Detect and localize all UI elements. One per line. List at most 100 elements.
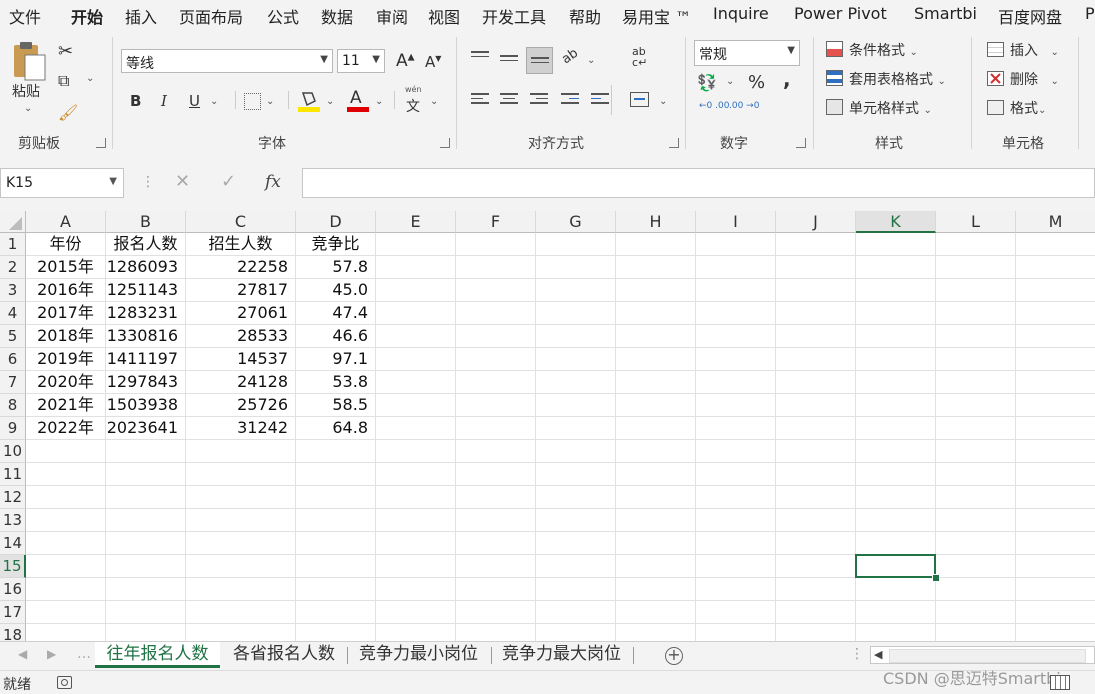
cell-e2[interactable] [376, 256, 456, 279]
menu-review[interactable]: 审阅 [376, 4, 408, 28]
cell-f4[interactable] [456, 302, 536, 325]
column-header-l[interactable]: L [936, 211, 1016, 233]
cell-h4[interactable] [616, 302, 696, 325]
fill-color-dropdown-icon[interactable]: ⌄ [326, 96, 334, 107]
cell-j9[interactable] [776, 417, 856, 440]
cell-e6[interactable] [376, 348, 456, 371]
cell-e14[interactable] [376, 532, 456, 555]
fill-color-icon[interactable] [298, 89, 320, 113]
cell-j15[interactable] [776, 555, 856, 578]
cell-a17[interactable] [26, 601, 106, 624]
cell-m5[interactable] [1016, 325, 1095, 348]
cell-m12[interactable] [1016, 486, 1095, 509]
paste-button[interactable]: 粘贴 [12, 81, 40, 101]
name-box[interactable]: K15 ▼ [0, 168, 124, 198]
row-header-9[interactable]: 9 [0, 417, 26, 440]
cell-f15[interactable] [456, 555, 536, 578]
increase-font-size-button[interactable]: A▲ [396, 51, 415, 71]
cancel-entry-icon[interactable]: ✕ [175, 171, 190, 192]
cell-i9[interactable] [696, 417, 776, 440]
comma-style-button[interactable]: , [783, 67, 791, 91]
row-header-8[interactable]: 8 [0, 394, 26, 417]
copy-icon[interactable]: ⧉ [58, 71, 69, 91]
cell-e8[interactable] [376, 394, 456, 417]
cell-b3[interactable]: 1251143 [106, 279, 186, 302]
cell-l13[interactable] [936, 509, 1016, 532]
column-header-c[interactable]: C [186, 211, 296, 233]
cell-h14[interactable] [616, 532, 696, 555]
cell-b17[interactable] [106, 601, 186, 624]
cell-b15[interactable] [106, 555, 186, 578]
row-header-13[interactable]: 13 [0, 509, 26, 532]
insert-cells-icon[interactable] [987, 42, 1004, 57]
row-header-3[interactable]: 3 [0, 279, 26, 302]
cell-a6[interactable]: 2019年 [26, 348, 106, 371]
row-header-7[interactable]: 7 [0, 371, 26, 394]
orientation-icon[interactable]: ab [559, 46, 581, 68]
cell-h17[interactable] [616, 601, 696, 624]
cell-m1[interactable] [1016, 233, 1095, 256]
cell-a11[interactable] [26, 463, 106, 486]
cell-b10[interactable] [106, 440, 186, 463]
cell-e5[interactable] [376, 325, 456, 348]
row-header-1[interactable]: 1 [0, 233, 26, 256]
cell-j10[interactable] [776, 440, 856, 463]
cell-h6[interactable] [616, 348, 696, 371]
cell-l11[interactable] [936, 463, 1016, 486]
cell-h18[interactable] [616, 624, 696, 641]
cell-k16[interactable] [856, 578, 936, 601]
cell-e1[interactable] [376, 233, 456, 256]
cell-j11[interactable] [776, 463, 856, 486]
cell-g11[interactable] [536, 463, 616, 486]
select-all-button[interactable] [0, 211, 26, 233]
accounting-format-icon[interactable]: 💱 [697, 73, 717, 92]
cell-a3[interactable]: 2016年 [26, 279, 106, 302]
alignment-launcher-icon[interactable] [669, 138, 679, 148]
scroll-left-icon[interactable]: ◀ [874, 648, 882, 661]
menu-yiyongbao[interactable]: 易用宝 ™ [622, 4, 691, 28]
cell-h12[interactable] [616, 486, 696, 509]
cell-j3[interactable] [776, 279, 856, 302]
cell-c3[interactable]: 27817 [186, 279, 296, 302]
number-format-select[interactable]: 常规 ▼ [694, 40, 800, 66]
cell-c13[interactable] [186, 509, 296, 532]
cell-b6[interactable]: 1411197 [106, 348, 186, 371]
cell-m9[interactable] [1016, 417, 1095, 440]
column-header-b[interactable]: B [106, 211, 186, 233]
sheet-tab[interactable]: 各省报名人数 [233, 642, 335, 668]
cell-k13[interactable] [856, 509, 936, 532]
menu-formulas[interactable]: 公式 [267, 4, 299, 28]
percent-style-button[interactable]: % [748, 72, 765, 93]
cell-m17[interactable] [1016, 601, 1095, 624]
cell-d16[interactable] [296, 578, 376, 601]
cell-k5[interactable] [856, 325, 936, 348]
cell-a1[interactable]: 年份 [26, 233, 106, 256]
cell-k4[interactable] [856, 302, 936, 325]
format-cells-button[interactable]: 格式⌄ [1010, 98, 1046, 118]
cell-e7[interactable] [376, 371, 456, 394]
cell-l14[interactable] [936, 532, 1016, 555]
sheet-tab[interactable]: 竞争力最小岗位 [359, 642, 478, 668]
cell-g13[interactable] [536, 509, 616, 532]
cell-c9[interactable]: 31242 [186, 417, 296, 440]
sheet-tab[interactable]: 竞争力最大岗位 [502, 642, 621, 668]
cell-k9[interactable] [856, 417, 936, 440]
cell-c11[interactable] [186, 463, 296, 486]
row-header-16[interactable]: 16 [0, 578, 26, 601]
cell-f18[interactable] [456, 624, 536, 641]
cell-i2[interactable] [696, 256, 776, 279]
column-header-h[interactable]: H [616, 211, 696, 233]
format-cells-icon[interactable] [987, 100, 1004, 115]
format-as-table-button[interactable]: 套用表格格式 ⌄ [849, 69, 946, 89]
decrease-decimal-button[interactable]: .00 →0 [729, 102, 759, 111]
row-header-15[interactable]: 15 [0, 555, 26, 578]
cell-m14[interactable] [1016, 532, 1095, 555]
cell-c17[interactable] [186, 601, 296, 624]
cell-i8[interactable] [696, 394, 776, 417]
cell-k11[interactable] [856, 463, 936, 486]
row-header-5[interactable]: 5 [0, 325, 26, 348]
cell-j14[interactable] [776, 532, 856, 555]
cell-d8[interactable]: 58.5 [296, 394, 376, 417]
row-header-14[interactable]: 14 [0, 532, 26, 555]
cell-a5[interactable]: 2018年 [26, 325, 106, 348]
